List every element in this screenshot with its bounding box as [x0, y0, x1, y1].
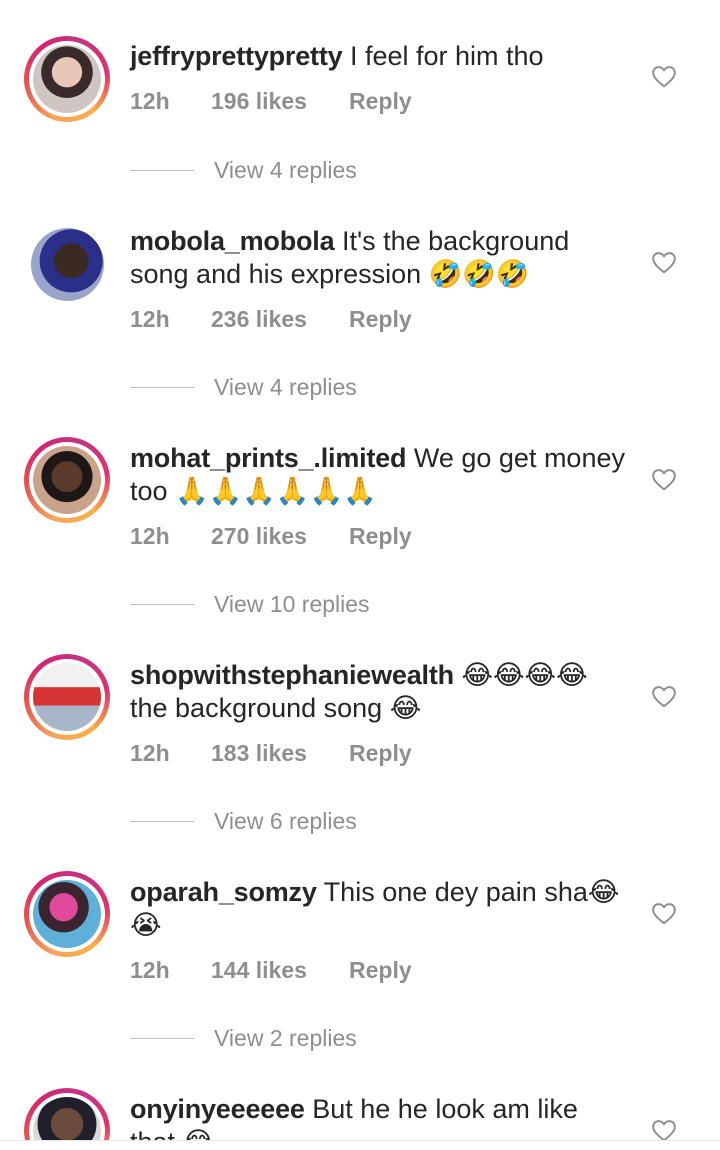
heart-icon[interactable]	[651, 1118, 677, 1140]
comment-item: onyinyeeeeee But he he look am like that…	[0, 0, 720, 1140]
avatar[interactable]	[24, 1088, 110, 1140]
divider	[0, 1140, 720, 1141]
comment-text: onyinyeeeeee But he he look am like that…	[130, 1093, 630, 1140]
comment-username[interactable]: onyinyeeeeee	[130, 1094, 305, 1124]
